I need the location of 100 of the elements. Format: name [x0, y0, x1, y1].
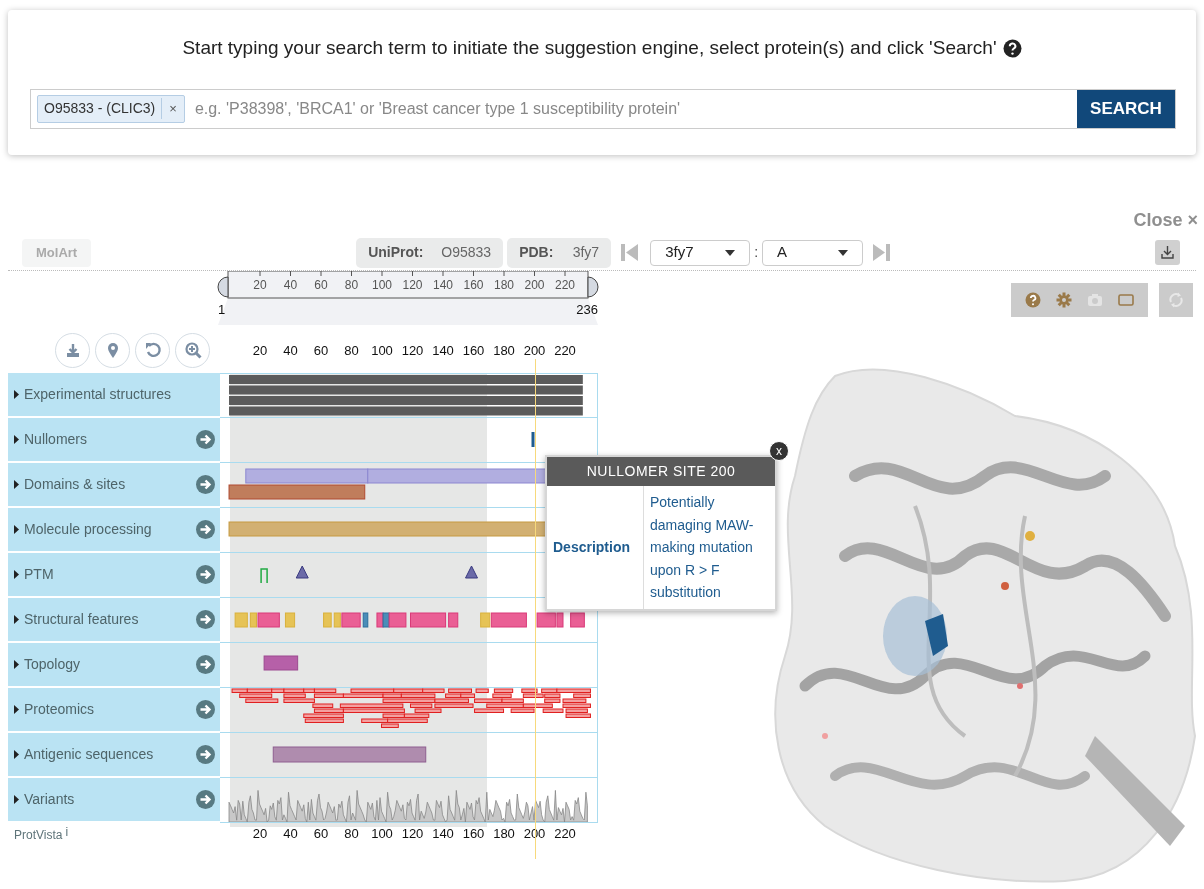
arrow-right-icon[interactable]	[196, 430, 215, 449]
dropdown-select[interactable]: A	[762, 239, 864, 266]
axis-label: 100	[371, 825, 393, 843]
pdb-id: 3fy7	[572, 243, 600, 262]
download-button[interactable]	[55, 332, 90, 368]
track-header[interactable]: Structural features	[8, 598, 220, 643]
axis-label: 180	[493, 825, 515, 843]
track-label: Antigenic sequences	[24, 745, 155, 764]
tooltip-key: Description	[547, 486, 644, 609]
axis-label: 120	[401, 342, 424, 360]
modification-mark	[465, 565, 478, 579]
navigation-ruler[interactable]	[217, 271, 599, 325]
structure-feature-bar	[570, 612, 585, 628]
axis-label: 40	[283, 825, 298, 843]
info-link[interactable]: i	[65, 823, 69, 841]
download-icon	[1161, 246, 1174, 259]
axis-label: 200	[523, 342, 546, 360]
axis-label: 160	[462, 342, 485, 360]
remove-chip-button[interactable]: ×	[162, 98, 184, 119]
track-header[interactable]: Domains & sites	[8, 463, 220, 508]
caret-icon	[725, 249, 736, 256]
reset-button[interactable]	[135, 332, 170, 368]
axis-label: 220	[554, 825, 576, 843]
axis-label: 80	[344, 825, 359, 843]
range-start: 1	[218, 302, 226, 317]
structure-feature-bar	[323, 612, 332, 628]
uniprot-label: UniProt:	[368, 243, 424, 262]
tick-label: 20	[253, 278, 267, 292]
search-instructions: Start typing your search term to initiate the suggestion engine, select protein(s) and click 'Search'	[182, 36, 997, 60]
tick-label: 100	[372, 278, 392, 292]
location-button[interactable]	[95, 332, 130, 368]
expand-caret-icon	[14, 390, 19, 399]
track-header[interactable]: Experimental structures	[8, 373, 220, 418]
expand-caret-icon	[14, 660, 19, 669]
axis-label: 180	[493, 342, 515, 360]
track-label: Structural features	[24, 610, 140, 629]
track-header[interactable]: Antigenic sequences	[8, 733, 220, 778]
track-header[interactable]: Proteomics	[8, 688, 220, 733]
tooltip-value: Potentially damaging MAW-making mutation upon R > F substitution	[649, 493, 755, 602]
track-label: Proteomics	[24, 700, 96, 719]
expand-caret-icon	[14, 750, 19, 759]
arrow-right-icon[interactable]	[196, 610, 215, 629]
search-button[interactable]: SEARCH	[1077, 89, 1175, 128]
track-label: Molecule processing	[24, 520, 153, 539]
tick-label: 40	[283, 278, 298, 292]
settings-icon[interactable]	[1055, 292, 1072, 308]
tick-label: 120	[402, 278, 423, 292]
track-header[interactable]: Molecule processing	[8, 508, 220, 553]
download-button[interactable]	[1155, 240, 1180, 265]
expand-caret-icon	[14, 525, 19, 534]
arrow-right-icon[interactable]	[196, 745, 215, 764]
track-header[interactable]: Topology	[8, 643, 220, 688]
expand-caret-icon	[14, 615, 19, 624]
axis-label: 120	[401, 825, 424, 843]
topology-bar	[263, 655, 299, 671]
tooltip-title: NULLOMER SITE 200	[547, 457, 775, 486]
track-label: Variants	[24, 790, 76, 809]
modification-mark	[260, 568, 268, 584]
track-header[interactable]: PTM	[8, 553, 220, 598]
dropdown-select[interactable]: 3fy7	[650, 239, 751, 266]
tick-label: 220	[555, 278, 575, 292]
close-button[interactable]: Close ×	[1133, 207, 1198, 231]
expand-caret-icon	[14, 795, 19, 804]
axis-label: 160	[462, 825, 485, 843]
track-header[interactable]: Variants	[8, 778, 220, 823]
arrow-right-icon[interactable]	[196, 475, 215, 494]
axis-label: 100	[371, 342, 393, 360]
help-icon[interactable]	[1024, 292, 1041, 308]
structure-feature-bar	[284, 612, 296, 628]
tooltip-close-button[interactable]: x	[769, 441, 789, 461]
axis-label: 60	[313, 825, 329, 843]
axis-label: 80	[344, 342, 359, 360]
app-badge: MolArt	[22, 238, 92, 267]
tick-label: 200	[524, 278, 545, 292]
arrow-right-icon[interactable]	[196, 520, 215, 539]
footer-label: ProtVista	[14, 827, 63, 844]
arrow-right-icon[interactable]	[196, 565, 215, 584]
track-label: Topology	[24, 655, 82, 674]
axis-label: 40	[283, 342, 298, 360]
undo-icon	[143, 341, 162, 359]
arrow-right-icon[interactable]	[196, 790, 215, 809]
nullomer-mark	[531, 432, 535, 447]
tick-label: 80	[344, 278, 359, 292]
axis-label: 140	[432, 825, 454, 843]
range-end: 236	[576, 302, 598, 317]
axis-label: 140	[432, 342, 454, 360]
arrow-right-icon[interactable]	[196, 700, 215, 719]
uniprot-id: O95833	[441, 243, 492, 262]
expand-caret-icon	[14, 435, 19, 444]
expand-caret-icon	[14, 705, 19, 714]
tick-label: 60	[314, 278, 328, 292]
expand-caret-icon	[14, 570, 19, 579]
modification-mark	[295, 565, 309, 579]
zoom-button[interactable]	[175, 332, 210, 368]
track-header[interactable]: Nullomers	[8, 418, 220, 463]
search-field[interactable]: O95833 - (CLIC3) × e.g. 'P38398', 'BRCA1' or 'Breast cancer type 1 susceptibility protein' SEARCH	[30, 88, 1176, 129]
track-label: Experimental structures	[24, 385, 173, 404]
axis-label: 20	[252, 342, 268, 360]
tick-label: 140	[433, 278, 453, 292]
arrow-right-icon[interactable]	[196, 655, 215, 674]
